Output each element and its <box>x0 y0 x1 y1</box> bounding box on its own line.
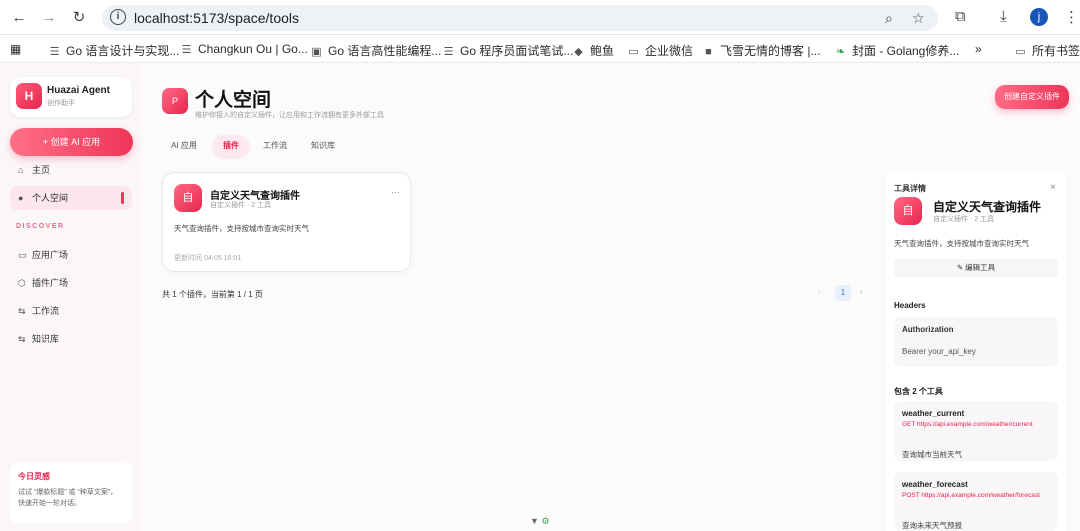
tool-description: 查询城市当前天气 <box>902 450 962 459</box>
overflow-chevron-icon[interactable]: » <box>975 42 982 56</box>
avatar-icon: ■ <box>705 46 712 58</box>
create-plugin-button[interactable]: 创建自定义插件 <box>995 85 1069 109</box>
discover-heading: DISCOVER <box>16 223 65 230</box>
tool-item[interactable]: weather_current GET https://api.example.… <box>894 401 1058 461</box>
url-text: localhost:5173/space/tools <box>134 10 299 26</box>
tool-item[interactable]: weather_forecast POST https://api.exampl… <box>894 472 1058 531</box>
doc-icon: ☰ <box>49 46 60 58</box>
book-icon: ▣ <box>311 46 322 58</box>
bookmark-item[interactable]: ☰ Go 程序员面试笔试... <box>442 42 574 59</box>
brand-card[interactable]: H Huazai Agent 创作助手 <box>10 77 132 117</box>
download-icon[interactable]: ⤓ <box>1000 8 1007 25</box>
settings-dot-icon[interactable]: ⚙ <box>541 516 549 526</box>
detail-plugin-name: 自定义天气查询插件 <box>933 200 1042 214</box>
tool-description: 查询未来天气预报 <box>902 521 962 530</box>
menu-icon[interactable]: ⋮ <box>1064 8 1079 26</box>
zoom-icon[interactable]: ⌕ <box>885 10 893 27</box>
address-bar[interactable]: i localhost:5173/space/tools ⌕ ☆ <box>102 5 938 31</box>
user-icon: ● <box>18 193 24 203</box>
daily-inspiration-card[interactable]: 今日灵感 试试 “爆款标题” 或 “种草文案”，快速开始一轮对话。 <box>10 463 132 523</box>
app-root: H Huazai Agent 创作助手 + 创建 AI 应用 ⌂ 主页 ● 个人空间… <box>0 63 1080 531</box>
detail-plugin-icon: 自 <box>894 197 922 225</box>
plugin-updated: 更新时间 04-05 16:01 <box>174 255 242 262</box>
knowledge-icon: ⇆ <box>18 334 26 344</box>
apps-icon[interactable]: ▦ <box>10 42 21 56</box>
daily-title: 今日灵感 <box>18 472 50 481</box>
header-key: Authorization <box>902 325 954 334</box>
plugin-meta: 自定义插件 · 2 工具 <box>210 202 272 209</box>
tool-name: weather_current <box>902 409 965 418</box>
brand-logo: H <box>16 83 42 109</box>
sidebar-item-app-store[interactable]: ▭ 应用广场 <box>10 243 132 267</box>
sidebar-item-plugin-store[interactable]: ⬡ 插件广场 <box>10 271 132 295</box>
reload-icon[interactable]: ↻ <box>70 9 88 27</box>
brand-subtitle: 创作助手 <box>47 100 75 107</box>
bookmark-item[interactable]: ❧ 封面 - Golang修养... <box>834 42 959 59</box>
tool-endpoint: POST https://api.example.com/weather/for… <box>902 492 1040 499</box>
bookmarks-bar: ▦ ☰ Go 语言设计与实现... ☰ Changkun Ou | Go... ▣ G… <box>0 35 1080 63</box>
folder-icon: ▭ <box>1015 46 1026 58</box>
filter-icon[interactable]: ▼ <box>530 516 539 526</box>
page-title: 个人空间 <box>195 90 272 111</box>
doc-icon: ☰ <box>181 44 192 56</box>
site-info-icon[interactable]: i <box>110 9 126 25</box>
folder-icon: ▭ <box>628 46 639 58</box>
sidebar-item-knowledge[interactable]: ⇆ 知识库 <box>10 327 132 351</box>
edit-tool-button[interactable]: ✎ 编辑工具 <box>894 259 1058 277</box>
pager-prev-icon[interactable]: ‹ <box>818 287 821 296</box>
tab-workflows[interactable]: 工作流 <box>257 135 293 157</box>
sidebar: H Huazai Agent 创作助手 + 创建 AI 应用 ⌂ 主页 ● 个人空间… <box>0 63 142 531</box>
bookmark-item[interactable]: ■ 飞雪无情的博客 |... <box>702 42 820 59</box>
profile-avatar[interactable]: j <box>1030 8 1048 26</box>
browser-toolbar: ← → ↻ i localhost:5173/space/tools ⌕ ☆ ⧉… <box>0 0 1080 35</box>
tab-plugins[interactable]: 插件 <box>213 135 249 157</box>
tab-ai-apps[interactable]: AI 应用 <box>163 135 205 157</box>
bookmark-item[interactable]: ◆ 鲍鱼 <box>572 42 614 59</box>
bookmark-item[interactable]: ☰ Changkun Ou | Go... <box>180 42 308 56</box>
header-value: Bearer your_api_key <box>902 347 976 356</box>
extensions-icon[interactable]: ⧉ <box>955 8 966 25</box>
page-subtitle: 维护你接入的自定义插件，让应用和工作流拥有更多外部工具 <box>195 112 384 119</box>
home-icon: ⌂ <box>18 165 24 175</box>
header-entry: Authorization Bearer your_api_key <box>894 317 1058 367</box>
tool-name: weather_forecast <box>902 480 968 489</box>
tool-endpoint: GET https://api.example.com/weather/curr… <box>902 421 1033 428</box>
headers-title: Headers <box>894 301 926 310</box>
tools-title: 包含 2 个工具 <box>894 387 943 396</box>
forward-icon[interactable]: → <box>40 9 58 27</box>
brand-name: Huazai Agent <box>47 85 110 96</box>
plugin-store-icon: ⬡ <box>18 278 26 288</box>
back-icon[interactable]: ← <box>10 9 28 27</box>
plugin-icon: 自 <box>174 184 202 212</box>
fish-icon: ◆ <box>574 46 583 58</box>
create-app-button[interactable]: + 创建 AI 应用 <box>10 128 133 156</box>
app-store-icon: ▭ <box>18 250 27 260</box>
leaf-icon: ❧ <box>835 46 846 58</box>
detail-plugin-meta: 自定义插件 · 2 工具 <box>933 216 995 223</box>
tool-detail-panel: 工具详情 × 自 自定义天气查询插件 自定义插件 · 2 工具 天气查询插件，支… <box>886 173 1066 531</box>
pagination-summary: 共 1 个插件，当前第 1 / 1 页 <box>162 290 263 299</box>
close-icon[interactable]: × <box>1050 182 1056 193</box>
bookmark-item[interactable]: ▣ Go 语言高性能编程... <box>310 42 441 59</box>
pager-page-1[interactable]: 1 <box>835 285 851 301</box>
bookmark-star-icon[interactable]: ☆ <box>912 10 925 27</box>
bookmark-item[interactable]: ▭ 企业微信 <box>627 42 693 59</box>
pager-next-icon[interactable]: › <box>860 287 863 296</box>
page-icon: P <box>162 88 188 114</box>
sidebar-item-personal-space[interactable]: ● 个人空间 <box>10 186 132 210</box>
sidebar-item-home[interactable]: ⌂ 主页 <box>10 158 132 182</box>
plugin-card[interactable]: 自 自定义天气查询插件 自定义插件 · 2 工具 ··· 天气查询插件，支持按城… <box>162 172 411 272</box>
more-icon[interactable]: ··· <box>391 187 400 197</box>
workflow-icon: ⇆ <box>18 306 26 316</box>
detail-plugin-description: 天气查询插件，支持按城市查询实时天气 <box>894 239 1029 248</box>
detail-header: 工具详情 <box>894 184 926 193</box>
bookmark-item[interactable]: ☰ Go 语言设计与实现... <box>48 42 180 59</box>
plugin-description: 天气查询插件，支持按城市查询实时天气 <box>174 224 309 233</box>
doc-icon: ☰ <box>443 46 454 58</box>
bottom-indicator: ▼ ⚙ <box>530 516 550 527</box>
daily-body: 试试 “爆款标题” 或 “种草文案”，快速开始一轮对话。 <box>18 489 118 507</box>
all-bookmarks[interactable]: ▭ 所有书签 <box>1014 42 1080 59</box>
tab-knowledge[interactable]: 知识库 <box>305 135 341 157</box>
sidebar-item-workflow[interactable]: ⇆ 工作流 <box>10 299 132 323</box>
